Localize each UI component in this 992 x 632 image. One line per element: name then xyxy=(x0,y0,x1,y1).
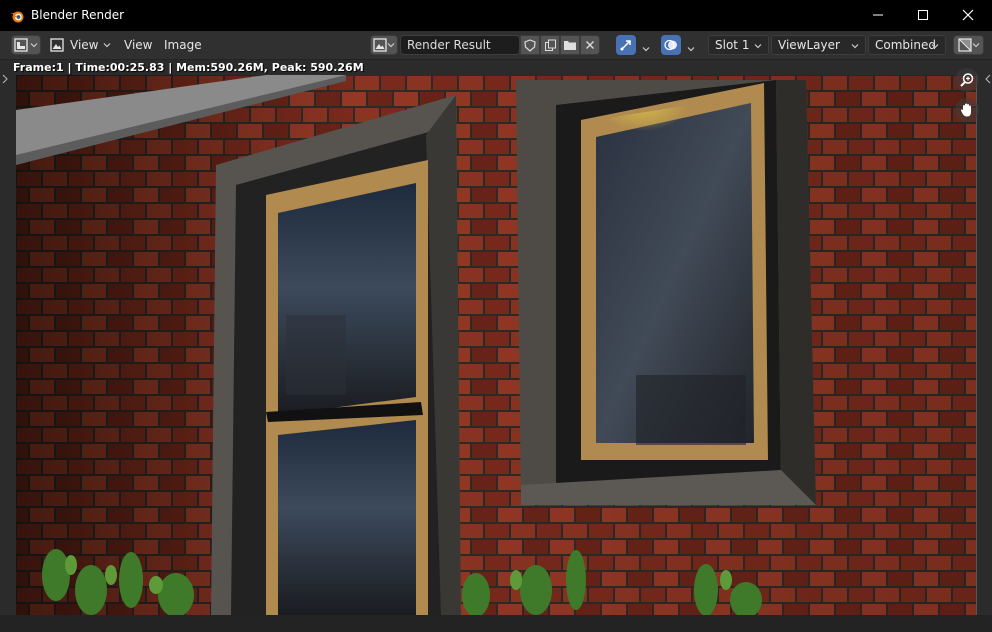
browse-image-dropdown[interactable] xyxy=(370,35,398,55)
chevron-down-icon[interactable] xyxy=(687,45,695,53)
slot-label: Slot 1 xyxy=(715,38,750,52)
blender-logo-icon xyxy=(10,11,24,23)
slot-dropdown[interactable]: Slot 1 xyxy=(708,35,769,55)
gizmo-toggle-button[interactable] xyxy=(616,35,636,55)
close-button[interactable] xyxy=(945,0,991,31)
sidebar-expand-icon[interactable] xyxy=(984,74,992,84)
close-icon xyxy=(962,9,974,21)
display-channels-icon xyxy=(957,38,972,52)
chevron-down-icon xyxy=(851,44,859,49)
fake-user-button[interactable] xyxy=(520,35,540,55)
render-result-image xyxy=(16,75,977,615)
render-pass-label: Combined xyxy=(875,38,936,52)
overlay-toggle-button[interactable] xyxy=(661,35,681,55)
menu-image[interactable]: Image xyxy=(164,38,202,52)
minimize-icon xyxy=(873,14,883,16)
zoom-icon xyxy=(960,73,974,87)
menu-view[interactable]: View xyxy=(124,38,152,52)
open-image-button[interactable] xyxy=(560,35,580,55)
close-icon xyxy=(586,41,594,49)
image-editor-header: View View Image Render Result Slot 1 Vie… xyxy=(0,31,992,60)
viewport-bottom-strip xyxy=(0,615,992,632)
window-title: Blender Render xyxy=(31,8,125,22)
maximize-icon xyxy=(918,10,928,20)
render-scene xyxy=(16,75,976,615)
hand-icon xyxy=(960,103,971,117)
minimize-button[interactable] xyxy=(855,0,901,31)
image-icon xyxy=(50,38,64,52)
maximize-button[interactable] xyxy=(900,0,946,31)
chevron-down-icon xyxy=(972,43,979,48)
title-bar: Blender Render xyxy=(0,0,992,31)
shield-icon xyxy=(524,38,536,52)
editor-type-dropdown[interactable] xyxy=(11,35,41,55)
zoom-button[interactable] xyxy=(955,68,979,92)
toolbar-expand-icon[interactable] xyxy=(1,74,9,84)
render-pass-dropdown[interactable]: Combined xyxy=(868,35,946,55)
render-stats: Frame:1 | Time:00:25.83 | Mem:590.26M, P… xyxy=(13,61,364,74)
gizmo-icon xyxy=(620,40,631,51)
new-image-button[interactable] xyxy=(540,35,560,55)
view-mode-label: View xyxy=(70,38,99,52)
chevron-down-icon xyxy=(30,43,38,48)
image-icon xyxy=(373,38,387,52)
image-editor-icon xyxy=(14,38,28,52)
duplicate-icon xyxy=(544,39,556,51)
display-channels-dropdown[interactable] xyxy=(953,35,984,55)
unlink-image-button[interactable] xyxy=(580,35,600,55)
chevron-down-icon xyxy=(104,43,111,48)
view-layer-dropdown[interactable]: ViewLayer xyxy=(771,35,866,55)
view-layer-label: ViewLayer xyxy=(778,38,840,52)
overlay-icon xyxy=(664,39,677,51)
chevron-down-icon xyxy=(387,43,395,48)
view-mode-dropdown[interactable]: View xyxy=(50,35,112,55)
image-name-field[interactable]: Render Result xyxy=(400,35,520,55)
pan-button[interactable] xyxy=(955,98,979,122)
chevron-down-icon xyxy=(754,44,762,49)
chevron-down-icon[interactable] xyxy=(642,45,650,53)
folder-icon xyxy=(564,41,576,50)
chevron-down-icon xyxy=(931,44,939,49)
